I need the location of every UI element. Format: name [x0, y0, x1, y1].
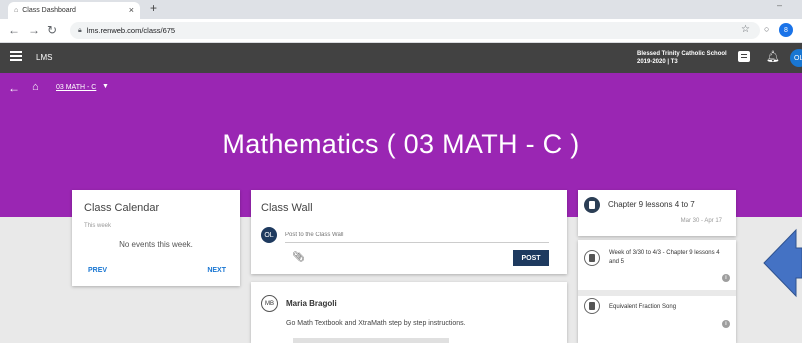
course-title: Mathematics ( 03 MATH - C ) [222, 129, 580, 159]
breadcrumb-class[interactable]: 03 MATH - C [56, 84, 96, 91]
module-item-divider [578, 290, 736, 296]
class-calendar-card: Class Calendar This week No events this … [72, 190, 240, 286]
caret-down-icon[interactable]: ▼ [102, 83, 109, 90]
module-dates: Mar 30 - Apr 17 [680, 218, 722, 224]
school-name: Blessed Trinity Catholic School [637, 51, 727, 57]
author-avatar: MB [261, 295, 278, 312]
class-wall-input[interactable] [285, 227, 549, 243]
address-bar[interactable]: 🔒︎ lms.renweb.com/class/675 ☆ [70, 22, 760, 39]
info-icon[interactable]: i [722, 320, 730, 328]
calendar-prev-button[interactable]: PREV [88, 267, 107, 274]
lesson-book-icon [584, 250, 600, 266]
back-arrow-icon[interactable]: ← [8, 81, 20, 95]
school-term: 2019-2020 | T3 [637, 59, 678, 65]
poster-avatar: OL [261, 227, 277, 243]
calendar-title: Class Calendar [84, 202, 160, 214]
notifications-bell-icon[interactable]: 🔔︎ [766, 50, 780, 63]
module-title: Chapter 9 lessons 4 to 7 [608, 200, 695, 209]
school-info: Blessed Trinity Catholic School 2019-202… [637, 50, 727, 66]
post-button[interactable]: POST [513, 250, 549, 266]
new-tab-button[interactable]: + [150, 1, 157, 15]
post-attachment[interactable] [293, 338, 449, 343]
app-title: LMS [36, 53, 53, 62]
messages-icon[interactable] [738, 51, 750, 62]
module-items-card: Week of 3/30 to 4/3 - Chapter 9 lessons … [578, 240, 736, 343]
calendar-next-button[interactable]: NEXT [207, 267, 226, 274]
browser-toolbar: ← → ↻ 🔒︎ lms.renweb.com/class/675 ☆ ○ 8 [0, 19, 802, 43]
module-book-icon [584, 197, 600, 213]
calendar-empty-text: No events this week. [119, 240, 193, 249]
calendar-subtitle: This week [84, 223, 112, 229]
home-icon[interactable]: ⌂ [32, 81, 39, 93]
wall-post-card: MB Maria Bragoli Go Math Textbook and Xt… [251, 282, 567, 343]
lesson-book-icon [584, 298, 600, 314]
post-author[interactable]: Maria Bragoli [286, 299, 337, 308]
minimize-icon[interactable]: – [777, 0, 782, 10]
module-item-label: Equivalent Fraction Song [609, 304, 677, 310]
tab-favicon-icon: ⌂ [14, 7, 19, 14]
pointer-arrow-icon [763, 228, 802, 298]
extension-icon[interactable]: ○ [764, 24, 769, 34]
app-bar: LMS Blessed Trinity Catholic School 2019… [0, 43, 802, 73]
module-header-card[interactable]: Chapter 9 lessons 4 to 7 Mar 30 - Apr 17 [578, 190, 736, 236]
browser-tab-strip: ⌂ Class Dashboard × + – [0, 0, 802, 19]
info-icon[interactable]: i [722, 274, 730, 282]
user-avatar[interactable]: OL [790, 49, 802, 67]
reload-icon[interactable]: ↻ [47, 23, 57, 37]
tab-close-icon[interactable]: × [129, 5, 134, 15]
tab-title: Class Dashboard [22, 7, 76, 14]
browser-profile-avatar[interactable]: 8 [779, 23, 793, 37]
lock-icon: 🔒︎ [78, 26, 82, 34]
bookmark-star-icon[interactable]: ☆ [741, 24, 750, 35]
forward-arrow-icon[interactable]: → [28, 23, 40, 37]
post-body: Go Math Textbook and XtraMath step by st… [286, 320, 466, 327]
module-item-label: Week of 3/30 to 4/3 - Chapter 9 lessons … [609, 250, 720, 265]
attachment-paperclip-icon[interactable]: 📎︎ [292, 252, 305, 263]
class-wall-title: Class Wall [261, 202, 313, 214]
class-wall-card: Class Wall OL 📎︎ POST [251, 190, 567, 274]
hamburger-menu-icon[interactable] [10, 51, 22, 61]
back-arrow-icon[interactable]: ← [8, 23, 20, 37]
url-text: lms.renweb.com/class/675 [86, 26, 176, 35]
browser-tab[interactable]: ⌂ Class Dashboard × [8, 2, 140, 19]
